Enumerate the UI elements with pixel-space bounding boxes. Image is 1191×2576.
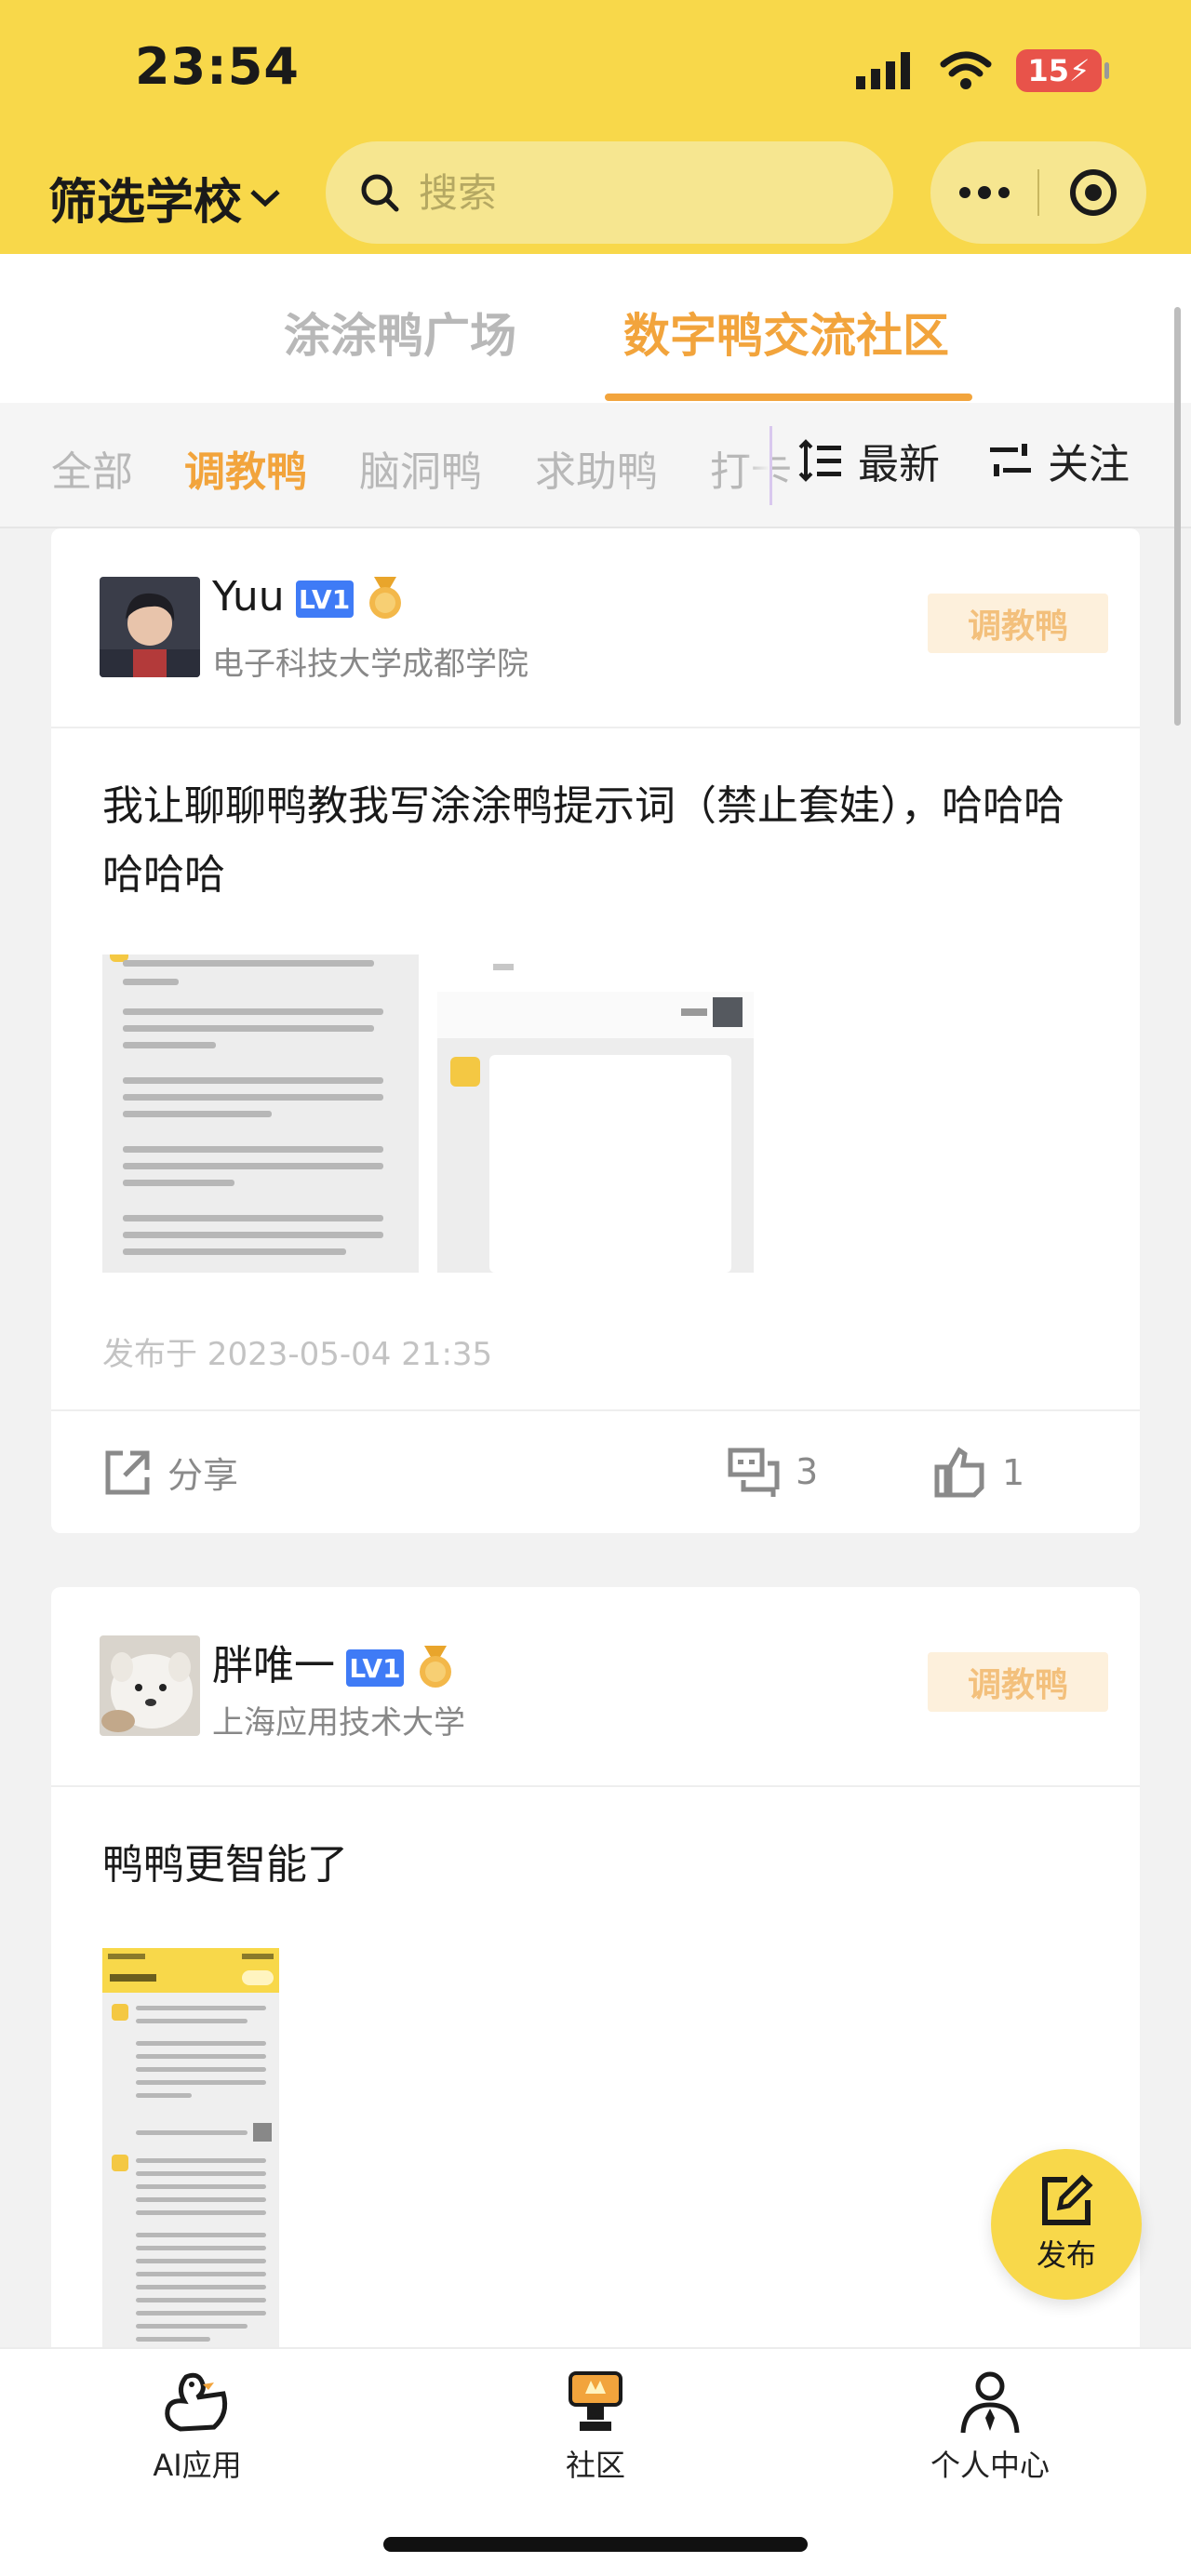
comment-icon <box>728 1448 780 1497</box>
avatar[interactable] <box>100 577 200 677</box>
post-content: 我让聊聊鸭教我写涂涂鸭提示词（禁止套娃），哈哈哈哈哈哈 <box>102 782 1064 899</box>
username-text: Yuu <box>212 573 285 621</box>
share-label: 分享 <box>167 1455 239 1496</box>
level-badge: LV1 <box>346 1649 404 1687</box>
nav-profile[interactable]: 个人中心 <box>897 2369 1083 2485</box>
publish-time: 发布于 2023-05-04 21:35 <box>102 1336 493 1373</box>
sort-icon <box>798 439 841 482</box>
mini-program-capsule <box>930 141 1146 244</box>
filter-sliders-icon <box>990 444 1031 476</box>
avatar[interactable] <box>100 1635 200 1736</box>
comment-count: 3 <box>796 1451 819 1492</box>
medal-icon <box>420 1646 451 1688</box>
category-bar: 全部 调教鸭 脑洞鸭 求助鸭 打卡 最新 关注 <box>0 403 1191 528</box>
publish-label: 发布 <box>1036 2237 1096 2273</box>
more-button[interactable] <box>930 141 1037 244</box>
search-bar[interactable] <box>326 141 893 244</box>
follow-filter-button[interactable]: 关注 <box>988 431 1130 490</box>
level-badge: LV1 <box>295 581 354 618</box>
scrollbar[interactable] <box>1174 307 1181 726</box>
wifi-icon <box>940 51 992 89</box>
school-filter-label: 筛选学校 <box>48 175 243 231</box>
nav-community[interactable]: 社区 <box>502 2369 689 2485</box>
share-icon <box>105 1450 150 1494</box>
category-tag[interactable]: 调教鸭 <box>928 1652 1108 1712</box>
search-icon <box>361 174 399 212</box>
post-card[interactable]: Yuu LV1 电子科技大学成都学院 调教鸭 我让聊聊鸭教我写涂涂鸭提示词（禁止套… <box>51 528 1140 1533</box>
post-content: 鸭鸭更智能了 <box>102 1841 348 1889</box>
battery-indicator: 15 ⚡ <box>1016 49 1109 92</box>
username[interactable]: Yuu LV1 <box>212 573 406 621</box>
category-brainstorm-duck[interactable]: 脑洞鸭 <box>359 438 482 498</box>
post-image-1[interactable] <box>102 954 419 1273</box>
charging-icon: ⚡ <box>1069 53 1091 88</box>
school-filter-button[interactable]: 筛选学校 <box>48 163 281 233</box>
target-circle-icon <box>1069 169 1117 216</box>
battery-level: 15 <box>1027 53 1070 88</box>
school-name: 电子科技大学成都学院 <box>212 646 529 683</box>
nav-profile-label: 个人中心 <box>930 2448 1050 2483</box>
close-mini-program-button[interactable] <box>1039 141 1146 244</box>
category-tag[interactable]: 调教鸭 <box>928 594 1108 653</box>
status-icons: 15 ⚡ <box>856 45 1109 97</box>
app-header: 23:54 15 ⚡ 筛选学校 <box>0 0 1191 254</box>
post-image-2[interactable] <box>437 954 754 1273</box>
post-header: Yuu LV1 电子科技大学成都学院 调教鸭 <box>51 528 1140 728</box>
sort-latest-label: 最新 <box>858 441 940 488</box>
post-actions: 分享 3 1 <box>51 1409 1140 1533</box>
post-image-1[interactable] <box>102 1948 279 2357</box>
category-scroll-fade <box>744 426 772 505</box>
post-card[interactable]: 胖唯一 LV1 上海应用技术大学 调教鸭 鸭鸭更智能了 <box>51 1587 1140 2424</box>
follow-label: 关注 <box>1048 441 1130 488</box>
post-header: 胖唯一 LV1 上海应用技术大学 调教鸭 <box>51 1587 1140 1787</box>
duck-icon <box>165 2372 228 2432</box>
tab-digital-duck-community[interactable]: 数字鸭交流社区 <box>623 299 949 366</box>
school-name: 上海应用技术大学 <box>212 1704 465 1742</box>
top-tabs: 涂涂鸭广场 数字鸭交流社区 <box>0 254 1191 403</box>
medal-icon <box>368 577 401 619</box>
home-indicator <box>383 2537 808 2552</box>
comment-button[interactable]: 3 <box>727 1447 818 1497</box>
publish-button[interactable]: 发布 <box>991 2149 1142 2300</box>
category-train-duck[interactable]: 调教鸭 <box>184 438 307 498</box>
active-tab-indicator <box>605 394 972 401</box>
status-time: 23:54 <box>135 37 300 96</box>
nav-community-label: 社区 <box>565 2448 625 2483</box>
nav-ai-apps-label: AI应用 <box>153 2448 242 2483</box>
search-input[interactable] <box>419 169 865 216</box>
tab-doodle-square[interactable]: 涂涂鸭广场 <box>284 299 516 366</box>
trophy-icon <box>569 2371 622 2431</box>
username-text: 胖唯一 <box>212 1642 335 1689</box>
thumbs-up-icon <box>934 1447 984 1498</box>
person-icon <box>960 2371 1020 2434</box>
username[interactable]: 胖唯一 LV1 <box>212 1632 456 1691</box>
edit-icon <box>1042 2174 1093 2225</box>
chevron-down-icon <box>250 189 280 207</box>
like-count: 1 <box>1002 1452 1025 1493</box>
signal-icon <box>856 52 910 89</box>
share-button[interactable]: 分享 <box>102 1447 238 1498</box>
category-all[interactable]: 全部 <box>51 438 133 498</box>
sort-latest-button[interactable]: 最新 <box>798 431 940 490</box>
like-button[interactable]: 1 <box>933 1447 1024 1499</box>
more-dots-icon <box>958 186 1010 199</box>
category-help-duck[interactable]: 求助鸭 <box>535 438 658 498</box>
nav-ai-apps[interactable]: AI应用 <box>104 2369 290 2485</box>
